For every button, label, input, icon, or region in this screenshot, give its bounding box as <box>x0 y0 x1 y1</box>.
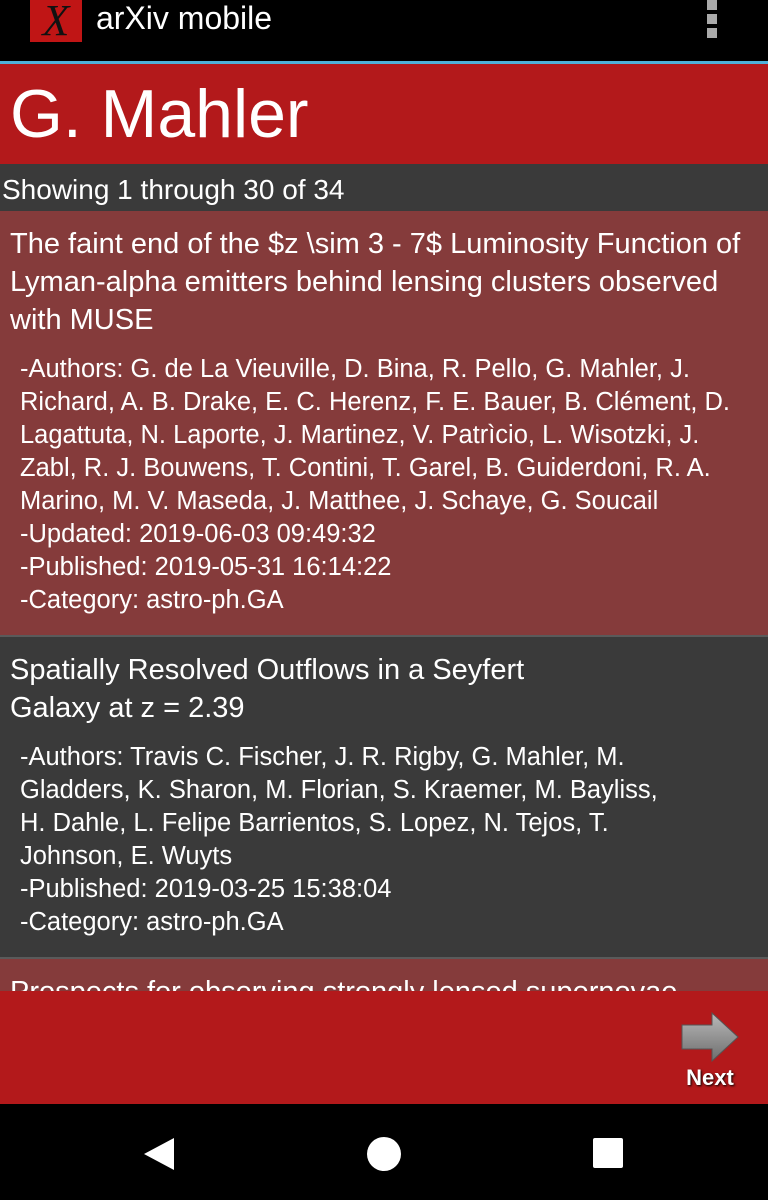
paper-category: -Category: astro-ph.GA <box>20 908 284 936</box>
arrow-right-icon <box>681 1011 739 1063</box>
paper-published: -Published: 2019-03-25 15:38:04 <box>20 875 392 903</box>
next-label: Next <box>686 1065 734 1090</box>
paper-meta: -Authors: Travis C. Fischer, J. R. Rigby… <box>10 741 758 939</box>
arxiv-logo: X <box>30 0 82 43</box>
next-button[interactable]: Next <box>672 1011 748 1091</box>
paper-list[interactable]: The faint end of the $z \sim 3 - 7$ Lumi… <box>0 211 768 991</box>
system-nav-bar <box>0 1104 768 1200</box>
overflow-menu-icon[interactable] <box>700 0 724 40</box>
page-header: G. Mahler <box>0 64 768 164</box>
bottom-bar: Next <box>0 991 768 1104</box>
recent-apps-icon[interactable] <box>593 1138 623 1168</box>
back-icon[interactable] <box>142 1136 176 1172</box>
paper-authors: -Authors: G. de La Vieuville, D. Bina, R… <box>20 355 731 515</box>
paper-updated: -Updated: 2019-06-03 09:49:32 <box>20 520 376 548</box>
app-bar: X arXiv mobile <box>0 0 768 62</box>
paper-category: -Category: astro-ph.GA <box>20 586 284 614</box>
paper-title: Spatially Resolved Outflows in a Seyfert… <box>10 654 525 724</box>
paper-title: The faint end of the $z \sim 3 - 7$ Lumi… <box>10 228 741 336</box>
list-item[interactable]: Spatially Resolved Outflows in a Seyfert… <box>0 637 768 959</box>
paper-published: -Published: 2019-05-31 16:14:22 <box>20 553 392 581</box>
menu-dot <box>707 28 717 38</box>
paper-authors: -Authors: Travis C. Fischer, J. R. Rigby… <box>20 743 658 870</box>
menu-dot <box>707 14 717 24</box>
list-item[interactable]: The faint end of the $z \sim 3 - 7$ Lumi… <box>0 211 768 637</box>
app-title: arXiv mobile <box>96 0 273 36</box>
home-icon[interactable] <box>367 1137 401 1171</box>
menu-dot <box>707 0 717 10</box>
list-item[interactable]: Prospects for observing strongly lensed … <box>0 959 768 991</box>
paper-title: Prospects for observing strongly lensed … <box>10 973 758 991</box>
results-count: Showing 1 through 30 of 34 <box>0 164 768 211</box>
paper-meta: -Authors: G. de La Vieuville, D. Bina, R… <box>10 353 758 617</box>
page-title: G. Mahler <box>10 76 309 152</box>
